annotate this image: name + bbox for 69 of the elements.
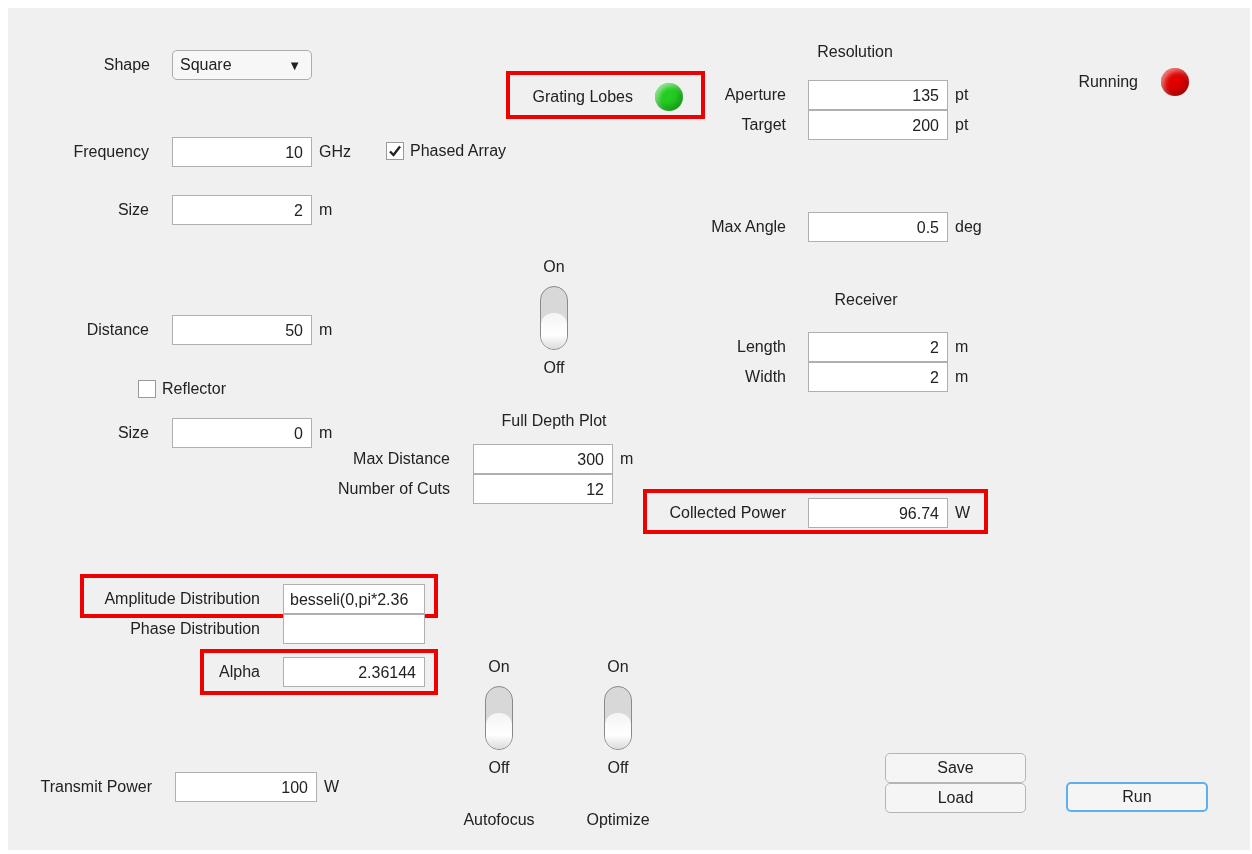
- toggle-off-label: Off: [487, 758, 511, 778]
- field-label: Distance: [86, 320, 149, 340]
- toggle-on-label: On: [487, 657, 511, 677]
- field-label: Max Angle: [711, 217, 786, 237]
- field-label: Collected Power: [669, 503, 786, 523]
- field-label: Transmit Power: [40, 777, 152, 797]
- toggle-caption: Optimize: [585, 810, 651, 830]
- field-label: Number of Cuts: [337, 479, 450, 499]
- input-field[interactable]: 12: [473, 474, 613, 504]
- action-button[interactable]: Load: [885, 783, 1026, 813]
- field-label: Phase Distribution: [130, 619, 260, 639]
- checkbox-label: Reflector: [162, 379, 227, 399]
- field-label: Aperture: [724, 85, 786, 105]
- toggle-switch[interactable]: [604, 686, 632, 750]
- section-heading: Full Depth Plot: [500, 411, 608, 431]
- input-field[interactable]: 0: [172, 418, 312, 448]
- unit-label: m: [319, 320, 333, 340]
- input-field[interactable]: 2: [808, 362, 948, 392]
- field-label: Amplitude Distribution: [104, 589, 260, 609]
- toggle-caption: Autofocus: [462, 810, 536, 830]
- toggle-off-label: Off: [542, 358, 566, 378]
- toggle-switch[interactable]: [485, 686, 513, 750]
- unit-label: deg: [955, 217, 982, 237]
- input-field[interactable]: 0.5: [808, 212, 948, 242]
- unit-label: m: [319, 423, 333, 443]
- unit-label: pt: [955, 115, 969, 135]
- field-label: Length: [737, 337, 786, 357]
- input-field[interactable]: 135: [808, 80, 948, 110]
- field-label: Target: [741, 115, 786, 135]
- field-label: Frequency: [73, 142, 149, 162]
- toggle-off-label: Off: [606, 758, 630, 778]
- action-button[interactable]: Save: [885, 753, 1026, 783]
- input-field[interactable]: 10: [172, 137, 312, 167]
- shape-dropdown[interactable]: Square ▼: [172, 50, 312, 80]
- field-label: Size: [117, 200, 149, 220]
- input-field[interactable]: 50: [172, 315, 312, 345]
- input-field[interactable]: 2: [808, 332, 948, 362]
- field-label: Shape: [103, 55, 150, 75]
- toggle-on-label: On: [606, 657, 630, 677]
- input-field[interactable]: [283, 614, 425, 644]
- input-field[interactable]: 200: [808, 110, 948, 140]
- input-field[interactable]: 96.74: [808, 498, 948, 528]
- toggle-on-label: On: [542, 257, 566, 277]
- action-button[interactable]: Run: [1066, 782, 1208, 812]
- checkbox-label: Phased Array: [410, 141, 507, 161]
- unit-label: W: [955, 503, 971, 523]
- field-label: Size: [117, 423, 149, 443]
- input-field[interactable]: 2: [172, 195, 312, 225]
- unit-label: W: [324, 777, 340, 797]
- unit-label: m: [955, 337, 969, 357]
- toggle-switch[interactable]: [540, 286, 568, 350]
- input-field[interactable]: 100: [175, 772, 317, 802]
- input-field[interactable]: 2.36144: [283, 657, 425, 687]
- unit-label: m: [620, 449, 634, 469]
- section-heading: Receiver: [833, 290, 899, 310]
- input-field[interactable]: besseli(0,pi*2.36: [283, 584, 425, 614]
- unit-label: GHz: [319, 142, 351, 162]
- section-heading: Resolution: [816, 42, 894, 62]
- field-label: Max Distance: [353, 449, 450, 469]
- field-label: Alpha: [219, 662, 260, 682]
- checkbox[interactable]: [138, 380, 156, 398]
- checkbox[interactable]: [386, 142, 404, 160]
- unit-label: pt: [955, 85, 969, 105]
- field-label: Width: [745, 367, 786, 387]
- unit-label: m: [955, 367, 969, 387]
- input-field[interactable]: 300: [473, 444, 613, 474]
- unit-label: m: [319, 200, 333, 220]
- lamp-label: Grating Lobes: [532, 87, 633, 107]
- lamp-label: Running: [1078, 72, 1138, 92]
